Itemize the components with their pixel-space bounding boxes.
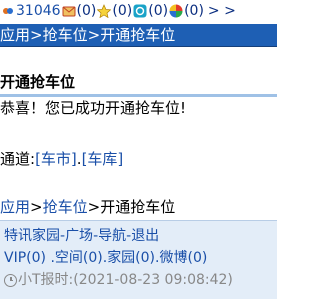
bottom-breadcrumb: 应用>抢车位>开通抢车位: [0, 196, 175, 218]
footer-vip-link[interactable]: VIP(0): [4, 250, 46, 266]
footer-weibo-link[interactable]: 微博(0): [159, 250, 207, 266]
clock-icon: [4, 273, 17, 287]
footer-logout-link[interactable]: 退出: [131, 228, 159, 244]
breadcrumb-app-link[interactable]: 应用: [0, 26, 30, 44]
footer-nav-link[interactable]: 导航: [98, 228, 126, 244]
star-icon[interactable]: [97, 4, 112, 18]
footer-stats-row: VIP(0) .空间(0).家园(0).微博(0): [4, 248, 207, 268]
status-bar: 31046 (0) (0) (0) (0) > >: [0, 0, 277, 22]
more-link[interactable]: > >: [208, 0, 236, 22]
footer-home-link[interactable]: 特讯家园: [4, 228, 60, 244]
bottom-section-link[interactable]: 抢车位: [43, 198, 88, 216]
bottom-sep: >: [30, 198, 43, 216]
user-id-link[interactable]: 31046: [16, 0, 61, 22]
footer-square-link[interactable]: 广场: [65, 228, 93, 244]
breadcrumb-header: 应用>抢车位>开通抢车位: [0, 24, 277, 47]
footer: 特讯家园-广场-导航-退出 VIP(0) .空间(0).家园(0).微博(0) …: [0, 220, 277, 299]
time-value: (2021-08-23 09:08:42): [73, 272, 233, 288]
channel-label: 通道:: [0, 150, 36, 168]
ball-icon[interactable]: [169, 4, 183, 18]
star-count: (0): [112, 3, 133, 19]
message-icon[interactable]: [62, 4, 76, 18]
channel-row: 通道:[车市].[车库]: [0, 148, 123, 170]
breadcrumb-section-link[interactable]: 抢车位: [43, 26, 88, 44]
time-label: 小T报时:: [18, 272, 74, 288]
ball-count: (0): [184, 3, 204, 19]
bottom-app-link[interactable]: 应用: [0, 198, 30, 216]
channel-car-market-link[interactable]: [车市]: [35, 150, 77, 168]
page-title: 开通抢车位: [0, 70, 277, 97]
message-count: (0): [76, 3, 97, 19]
breadcrumb-sep: >: [87, 26, 101, 44]
breadcrumb-sep: >: [30, 26, 43, 44]
footer-space-link[interactable]: 空间(0): [55, 250, 103, 266]
footer-time-row: 小T报时:(2021-08-23 09:08:42): [4, 270, 233, 290]
footer-family-link[interactable]: 家园(0): [107, 250, 155, 266]
chat-icon[interactable]: [133, 4, 147, 18]
breadcrumb-current: 开通抢车位: [100, 26, 176, 44]
chat-count: (0): [148, 3, 169, 19]
user-icon: [3, 8, 13, 14]
footer-links-row: 特讯家园-广场-导航-退出: [4, 226, 159, 246]
success-message: 恭喜！您已成功开通抢车位!: [0, 99, 187, 117]
channel-garage-link[interactable]: [车库]: [82, 150, 124, 168]
bottom-current: 开通抢车位: [100, 198, 176, 216]
bottom-sep: >: [87, 198, 101, 216]
